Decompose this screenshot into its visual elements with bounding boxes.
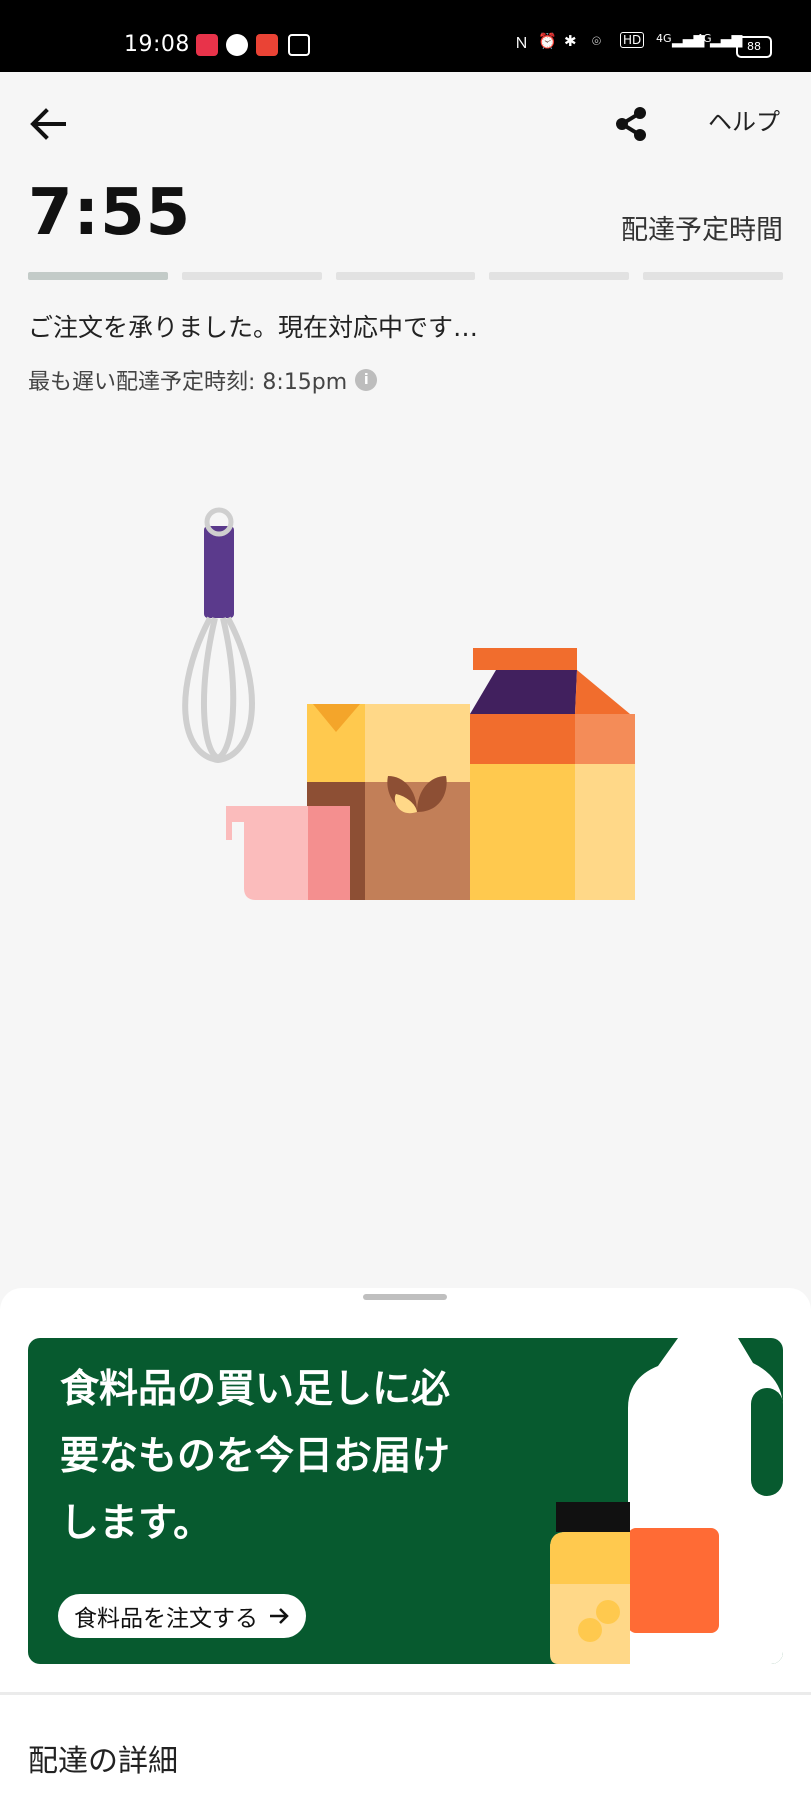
measuring-cup-icon [226, 806, 350, 900]
order-groceries-button[interactable]: 食料品を注文する [58, 1594, 306, 1638]
help-link[interactable]: ヘルプ [708, 102, 780, 137]
peanut-butter-jar-icon [550, 1502, 630, 1664]
latest-delivery-time-text: 最も遅い配達予定時刻: 8:15pm [28, 370, 348, 395]
line-notification-icon [226, 34, 248, 56]
order-status-message: ご注文を承りました。現在対応中です… [28, 313, 479, 342]
milk-jug-icon [628, 1338, 783, 1664]
promo-headline: 食料品の買い足しに必 要なものを今日お届け します。 [60, 1356, 490, 1557]
order-groceries-button-label: 食料品を注文する [74, 1606, 258, 1632]
share-icon[interactable] [613, 104, 649, 144]
progress-step [643, 272, 783, 280]
grocery-promo-banner[interactable]: 食料品の買い足しに必 要なものを今日お届け します。 食料品を注文する [28, 1338, 783, 1664]
milk-carton-icon [470, 648, 635, 900]
battery-icon: 88 [736, 36, 772, 58]
progress-step [335, 272, 476, 280]
eta-time: 7:55 [28, 176, 192, 250]
order-progress-bar [28, 272, 783, 280]
instagram-notification-icon [288, 34, 310, 56]
progress-step [181, 272, 322, 280]
grocery-illustration [182, 507, 635, 900]
arrow-right-icon [270, 1608, 289, 1624]
hd-icon: HD [620, 32, 645, 48]
promo-headline-line: 要なものを今日お届け [60, 1434, 451, 1479]
top-bar: ヘルプ [0, 72, 811, 172]
eta-label: 配達予定時間 [621, 215, 783, 246]
progress-step [28, 272, 168, 280]
delivery-details-heading: 配達の詳細 [28, 1744, 178, 1779]
latest-delivery-time: 最も遅い配達予定時刻: 8:15pm i [28, 364, 378, 396]
status-bar: 19:08 Ｎ ⏰ ✱ ⌾ HD 4G ▂▄▆ 4G ▂▄▆ 88 [0, 0, 811, 72]
grocery-products-illustration [550, 1338, 783, 1664]
promo-headline-line: 食料品の買い足しに必 [60, 1367, 451, 1412]
signal-1-label: 4G [656, 32, 672, 45]
bluetooth-icon: ✱ [564, 32, 577, 50]
whisk-icon [182, 507, 255, 764]
section-divider [0, 1692, 811, 1695]
progress-step [489, 272, 630, 280]
info-icon[interactable]: i [355, 369, 378, 391]
video-notification-icon [196, 34, 218, 56]
calendar-notification-icon [256, 34, 278, 56]
alarm-icon: ⏰ [538, 32, 557, 50]
nfc-icon: Ｎ [514, 34, 530, 52]
location-icon: ⌾ [592, 32, 602, 50]
sheet-drag-handle[interactable] [363, 1294, 447, 1300]
back-arrow-icon[interactable] [28, 104, 68, 144]
status-time: 19:08 [124, 32, 190, 57]
promo-headline-line: します。 [60, 1501, 213, 1546]
